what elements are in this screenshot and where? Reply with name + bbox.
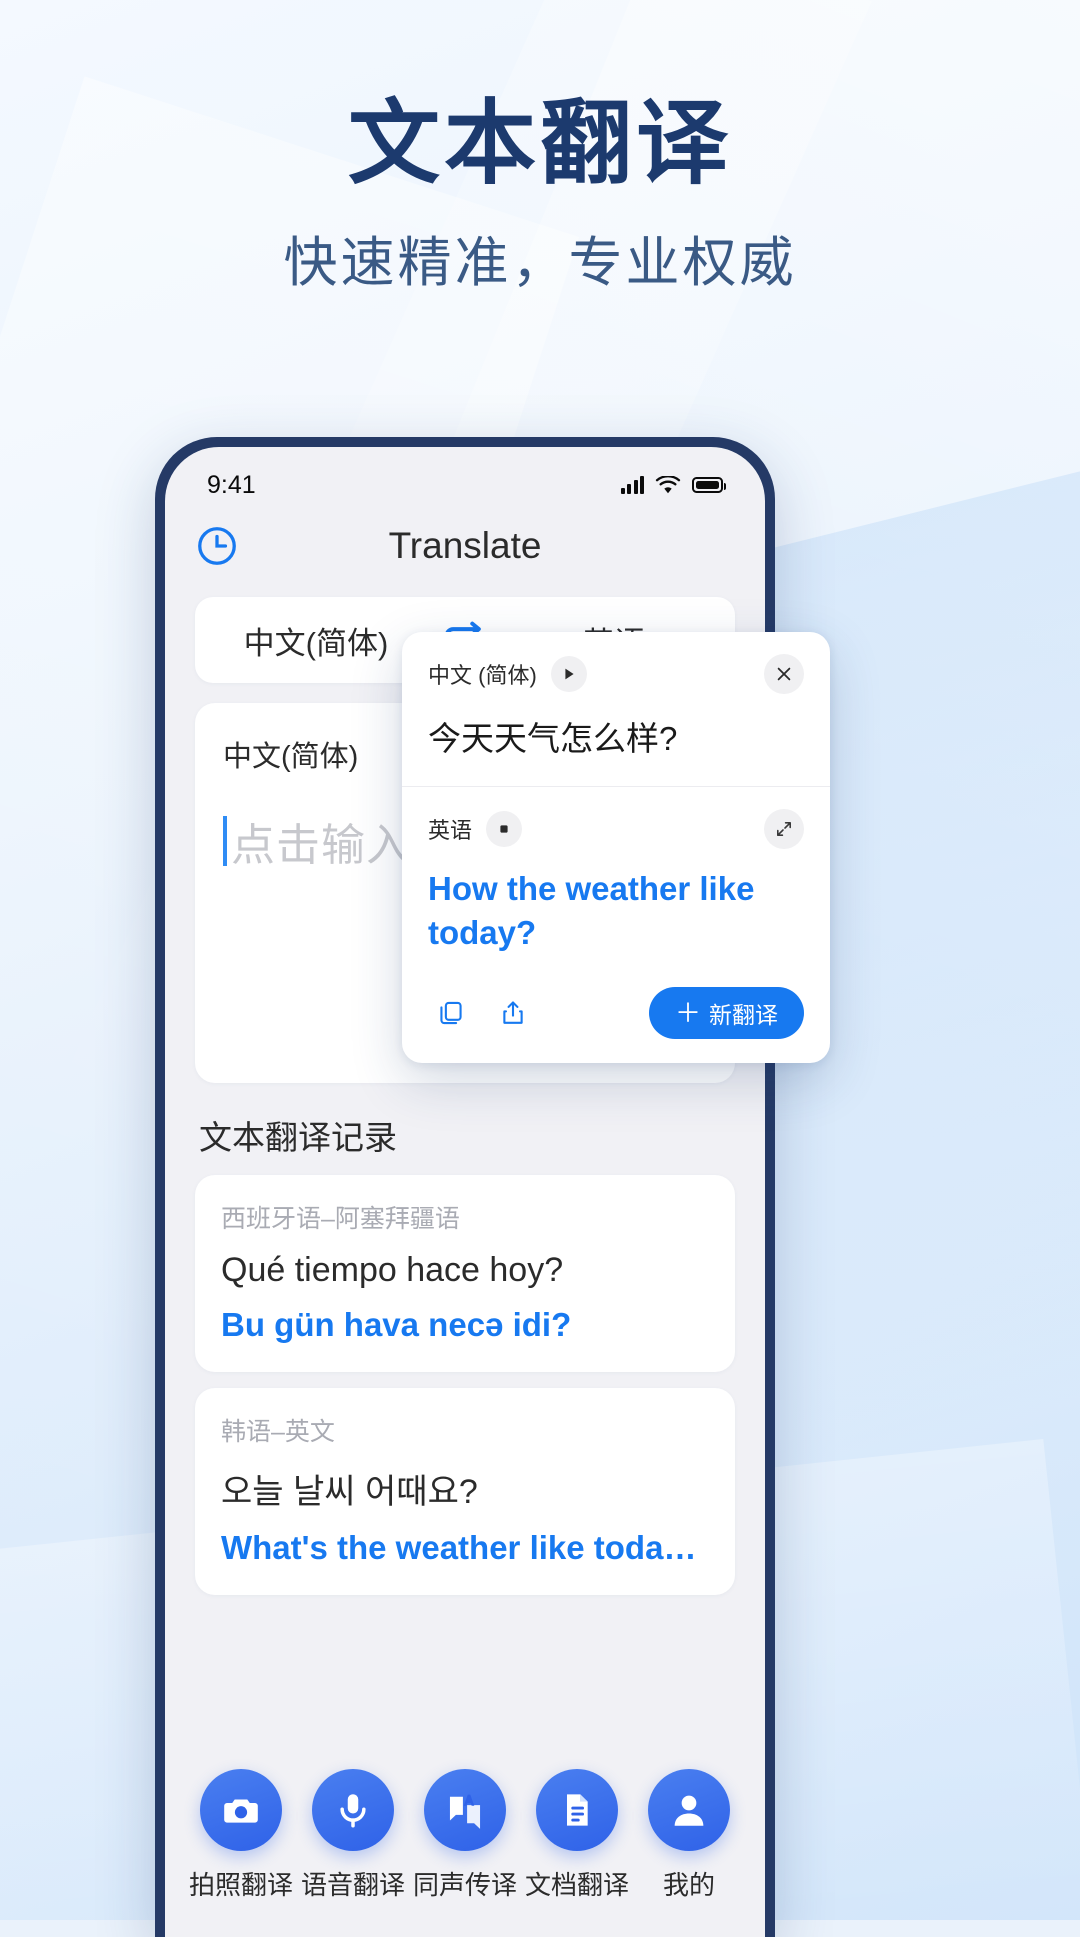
app-header: Translate bbox=[165, 509, 765, 583]
history-target-text: What's the weather like today to… bbox=[221, 1529, 709, 1566]
poster-subtitle: 快速精准，专业权威 bbox=[283, 233, 797, 293]
nav-circle[interactable] bbox=[312, 1769, 394, 1851]
play-icon[interactable] bbox=[550, 656, 587, 692]
source-language[interactable]: 中文(简体) bbox=[195, 618, 437, 663]
input-placeholder: 点击输入 bbox=[231, 821, 411, 870]
bottom-navigation: 拍照翻译 语音翻译 同声传译 文档翻译 我的 bbox=[165, 1747, 765, 1937]
history-heading: 文本翻译记录 bbox=[199, 1119, 397, 1156]
nav-label: 语音翻译 bbox=[300, 1870, 405, 1900]
history-item[interactable]: 韩语–英文 오늘 날씨 어때요? What's the weather like… bbox=[195, 1388, 735, 1595]
cellular-signal-icon bbox=[620, 476, 644, 494]
person-icon bbox=[674, 1795, 704, 1826]
nav-item-voice-translate[interactable]: 语音翻译 bbox=[297, 1769, 409, 1902]
page-title: Translate bbox=[388, 525, 542, 566]
nav-label: 文档翻译 bbox=[524, 1870, 629, 1900]
result-source-text: 今天天气怎么样? bbox=[428, 720, 678, 757]
result-actions: ＋ 新翻译 bbox=[402, 977, 830, 1063]
battery-icon bbox=[692, 477, 726, 493]
result-target-text: How the weather like today? bbox=[428, 870, 755, 951]
plus-icon: ＋ bbox=[674, 997, 701, 1028]
new-translate-label: 新翻译 bbox=[709, 1001, 778, 1028]
history-language-pair: 西班牙语–阿塞拜疆语 bbox=[221, 1205, 460, 1233]
result-source-language: 中文 (简体) bbox=[428, 663, 537, 688]
result-target-section: 英语 How the weather like today? bbox=[402, 787, 830, 977]
nav-item-simultaneous-interpret[interactable]: 同声传译 bbox=[409, 1769, 521, 1902]
nav-circle[interactable] bbox=[200, 1769, 282, 1851]
nav-item-photo-translate[interactable]: 拍照翻译 bbox=[185, 1769, 297, 1902]
nav-label: 同声传译 bbox=[412, 1870, 517, 1900]
nav-circle[interactable] bbox=[424, 1769, 506, 1851]
result-source-header: 中文 (简体) bbox=[428, 654, 804, 694]
nav-circle[interactable] bbox=[536, 1769, 618, 1851]
status-icons bbox=[620, 475, 726, 495]
result-target-language: 英语 bbox=[428, 818, 473, 843]
camera-icon bbox=[224, 1799, 258, 1823]
status-bar: 9:41 bbox=[165, 447, 765, 509]
copy-icon[interactable] bbox=[428, 990, 474, 1036]
history-item[interactable]: 西班牙语–阿塞拜疆语 Qué tiempo hace hoy? Bu gün h… bbox=[195, 1175, 735, 1372]
nav-circle[interactable] bbox=[648, 1769, 730, 1851]
share-icon[interactable] bbox=[490, 990, 536, 1036]
new-translate-button[interactable]: ＋ 新翻译 bbox=[648, 986, 804, 1039]
poster-title: 文本翻译 bbox=[347, 93, 732, 195]
status-time: 9:41 bbox=[207, 470, 256, 499]
text-caret bbox=[223, 816, 227, 866]
nav-item-mine[interactable]: 我的 bbox=[633, 1769, 745, 1902]
result-source-section: 中文 (简体) 今天天气怎么样? bbox=[402, 632, 830, 786]
document-icon bbox=[567, 1794, 588, 1826]
history-language-pair: 韩语–英文 bbox=[221, 1418, 335, 1446]
history-target-text: Bu gün hava necə idi? bbox=[221, 1306, 572, 1343]
microphone-icon bbox=[340, 1794, 366, 1828]
translation-result-card: 中文 (简体) 今天天气怎么样? 英语 How the weather like… bbox=[402, 632, 830, 1063]
wifi-icon bbox=[655, 475, 681, 493]
history-source-text: 오늘 날씨 어때요? bbox=[221, 1473, 478, 1511]
nav-label: 我的 bbox=[662, 1870, 715, 1900]
nav-label: 拍照翻译 bbox=[188, 1870, 293, 1900]
expand-icon[interactable] bbox=[764, 809, 804, 849]
stop-icon[interactable] bbox=[486, 811, 523, 847]
result-target-header: 英语 bbox=[428, 809, 804, 849]
history-source-text: Qué tiempo hace hoy? bbox=[221, 1251, 564, 1289]
nav-item-document-translate[interactable]: 文档翻译 bbox=[521, 1769, 633, 1902]
interpret-icon bbox=[449, 1794, 481, 1829]
close-icon[interactable] bbox=[764, 654, 804, 694]
